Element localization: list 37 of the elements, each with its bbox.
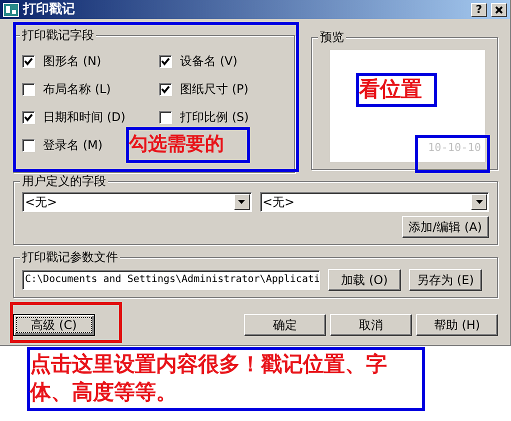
- checkbox[interactable]: [22, 54, 35, 68]
- group-title: 用户定义的字段: [20, 174, 108, 188]
- help-button[interactable]: ?: [471, 2, 487, 16]
- checkbox[interactable]: [22, 110, 35, 124]
- file-button[interactable]: 加载 (O): [328, 269, 401, 291]
- checkbox-label: 设备名 (V): [180, 53, 238, 70]
- file-button[interactable]: 另存为 (E): [409, 269, 482, 291]
- group-title: 打印戳记字段: [20, 28, 96, 42]
- checkbox[interactable]: [22, 138, 35, 152]
- dialog-button[interactable]: 确定: [244, 314, 326, 336]
- add-edit-button[interactable]: 添加/编辑 (A): [402, 216, 489, 238]
- window-title: 打印戳记: [23, 0, 75, 19]
- file-path-field[interactable]: C:\Documents and Settings\Administrator\Applicati: [22, 270, 320, 290]
- checkbox-label: 日期和时间 (D): [43, 109, 126, 126]
- checkbox-label: 打印比例 (S): [180, 109, 249, 126]
- checkbox[interactable]: [159, 82, 172, 96]
- checkbox-label: 布局名称 (L): [43, 81, 111, 98]
- caret-icon: [238, 200, 245, 204]
- dropdown[interactable]: <无>: [260, 192, 489, 212]
- dialog-button[interactable]: 高级 (C): [13, 314, 95, 336]
- checkbox-label: 登录名 (M): [43, 137, 103, 154]
- checkbox[interactable]: [159, 54, 172, 68]
- dropdown[interactable]: <无>: [22, 192, 252, 212]
- annotation-text: 点击这里设置内容很多！戳记位置、字体、高度等等。: [30, 351, 388, 406]
- caret-icon: [476, 200, 482, 204]
- checkbox[interactable]: [22, 82, 35, 96]
- group-title: 预览: [318, 30, 346, 44]
- checkbox-label: 图纸尺寸 (P): [180, 81, 248, 98]
- checkbox-label: 图形名 (N): [43, 53, 102, 70]
- dialog-button[interactable]: 取消: [330, 314, 412, 336]
- close-icon: [495, 6, 503, 14]
- dialog-button[interactable]: 帮助 (H): [416, 314, 498, 336]
- app-icon: [3, 2, 19, 16]
- close-button[interactable]: [491, 2, 507, 16]
- group-title: 打印戳记参数文件: [20, 250, 120, 264]
- checkbox[interactable]: [159, 110, 172, 124]
- stamp-text: 10-10-10: [428, 140, 481, 156]
